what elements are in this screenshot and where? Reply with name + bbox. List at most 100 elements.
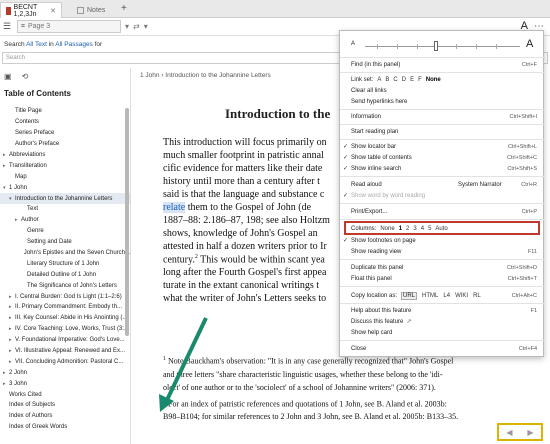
sync-icon[interactable]: ⇄ xyxy=(133,22,140,31)
toc-item[interactable]: Works Cited xyxy=(0,389,130,400)
menu-copy-location[interactable]: Copy location as: URL HTML L4 WIKI RL Ct… xyxy=(340,290,545,301)
toc-item[interactable]: ▸ VI. Illustrative Appeal: Renewed and Ex… xyxy=(0,346,130,357)
toc-item[interactable]: ▸ 3 John xyxy=(0,378,130,389)
menu-columns[interactable]: Columns: None 1 2 3 4 5 Auto xyxy=(340,223,545,234)
copy-rl[interactable]: RL xyxy=(473,293,481,299)
toc-scrollbar[interactable] xyxy=(125,108,129,336)
menu-read-aloud[interactable]: Read aloud System Narrator Ctrl+R xyxy=(340,179,545,190)
menu-duplicate-panel[interactable]: Duplicate this panel Ctrl+Shift+D xyxy=(340,262,545,273)
toc-item[interactable]: ▸ I. Central Burden: God Is Light (1:1–2:… xyxy=(0,291,130,302)
menu-link-set[interactable]: Link set: A B C D E F None xyxy=(340,74,545,85)
columns-auto[interactable]: Auto xyxy=(435,226,447,232)
menu-show-toc[interactable]: ✓ Show table of contents Ctrl+Shift+C xyxy=(340,152,545,163)
menu-divider xyxy=(340,219,545,220)
toc-item[interactable]: ▸ Transliteration xyxy=(0,160,130,171)
menu-divider xyxy=(340,286,545,287)
menu-clear-links[interactable]: Clear all links xyxy=(340,85,545,96)
menu-show-footnotes[interactable]: ✓ Show footnotes on page xyxy=(340,235,545,246)
menu-show-locator[interactable]: ✓ Show locator bar Ctrl+Shift+L xyxy=(340,141,545,152)
toc-item[interactable]: ▾ Introduction to the Johannine Letters xyxy=(0,193,130,205)
toc-item[interactable]: Map xyxy=(0,171,130,182)
breadcrumb[interactable]: 1 John › Introduction to the Johannine L… xyxy=(140,72,271,79)
search-highlight[interactable]: relate xyxy=(163,202,186,213)
toc-item[interactable]: ▸ V. Foundational Imperative: God's Love.… xyxy=(0,335,130,346)
menu-float-panel[interactable]: Float this panel Ctrl+Shift+T xyxy=(340,273,545,284)
toc-item[interactable]: ▸ Abbreviations xyxy=(0,150,130,161)
toc-item[interactable]: Text xyxy=(0,204,130,215)
toc-item[interactable]: Index of Authors xyxy=(0,411,130,422)
sync-icon[interactable]: ⟲ xyxy=(22,72,29,81)
columns-1[interactable]: 1 xyxy=(399,226,402,232)
toc-item[interactable]: ▸ IV. Core Teaching: Love, Works, Trust (… xyxy=(0,324,130,335)
columns-none[interactable]: None xyxy=(380,226,394,232)
tab-notes[interactable]: Notes xyxy=(72,2,120,18)
footnote-line: olect' of one author or to the 'sociolec… xyxy=(163,383,436,392)
menu-show-inline-search[interactable]: ✓ Show inline search Ctrl+Shift+S xyxy=(340,163,545,174)
menu-icon[interactable]: ☰ xyxy=(3,21,13,32)
menu-information[interactable]: Information Ctrl+Shift+I xyxy=(340,111,545,122)
toc-item[interactable]: ▸ Author xyxy=(0,215,130,226)
toc-item[interactable]: ▸ II. Primary Commandment: Embody th... xyxy=(0,302,130,313)
link-set-f[interactable]: F xyxy=(418,77,422,83)
toc-item[interactable]: Literary Structure of 1 John xyxy=(0,258,130,269)
prev-page-icon[interactable]: ◀ xyxy=(506,428,512,437)
link-set-a[interactable]: A xyxy=(377,77,381,83)
menu-show-reading-view[interactable]: Show reading view F11 xyxy=(340,246,545,257)
toc-item[interactable]: ▸ 2 John xyxy=(0,367,130,378)
columns-5[interactable]: 5 xyxy=(428,226,431,232)
menu-help-feature[interactable]: Help about this feature F1 xyxy=(340,305,545,316)
tab-becnt[interactable]: BECNT 1,2,3Jn ✕ xyxy=(0,2,62,18)
toc-item[interactable]: Series Preface xyxy=(0,128,130,139)
font-size-slider[interactable]: A A xyxy=(340,35,545,55)
toc-item[interactable]: Index of Subjects xyxy=(0,400,130,411)
menu-discuss-feature[interactable]: Discuss this feature ↗ xyxy=(340,316,545,327)
notes-icon xyxy=(77,6,84,14)
link-set-b[interactable]: B xyxy=(385,77,389,83)
bookmark-icon[interactable]: ▣ xyxy=(4,72,12,81)
chevron-down-icon[interactable]: ▾ xyxy=(144,22,148,31)
reference-input[interactable]: ⌗ Page 3 xyxy=(17,20,121,33)
toc-item[interactable]: ▾ 1 John xyxy=(0,182,130,193)
menu-start-reading-plan[interactable]: Start reading plan xyxy=(340,126,545,137)
toc-item[interactable]: Setting and Date xyxy=(0,237,130,248)
toc-item[interactable]: ▸ VII. Concluding Admonition: Pastoral C.… xyxy=(0,356,130,367)
menu-send-hyperlinks[interactable]: Send hyperlinks here xyxy=(340,96,545,107)
toc-item[interactable]: Contents xyxy=(0,117,130,128)
text-larger-icon[interactable]: A xyxy=(526,38,533,50)
menu-find[interactable]: Find (in this panel) Ctrl+F xyxy=(340,59,545,70)
chapter-title: Introduction to the xyxy=(225,106,331,121)
toc-item[interactable]: ▸ III. Key Counsel: Abide in His Anointin… xyxy=(0,313,130,324)
toc-item-label: Abbreviations xyxy=(9,152,46,158)
body-text: much smaller footprint in patristic anna… xyxy=(163,150,324,161)
search-passages-link[interactable]: All Passages xyxy=(55,41,93,48)
add-tab-icon[interactable]: + xyxy=(121,3,127,14)
link-set-none[interactable]: None xyxy=(426,77,441,83)
close-icon[interactable]: ✕ xyxy=(50,7,56,15)
toc-item[interactable]: Author's Preface xyxy=(0,139,130,150)
text-smaller-icon[interactable]: A xyxy=(351,41,355,47)
body-text: cific evidence for matters like their da… xyxy=(163,163,323,174)
columns-4[interactable]: 4 xyxy=(421,226,424,232)
link-set-e[interactable]: E xyxy=(410,77,414,83)
copy-wiki[interactable]: WIKI xyxy=(455,293,468,299)
dropdown-icon[interactable]: ▾ xyxy=(125,22,129,31)
menu-show-help-card[interactable]: Show help card xyxy=(340,327,545,338)
next-page-icon[interactable]: ▶ xyxy=(527,428,533,437)
copy-html[interactable]: HTML xyxy=(422,293,438,299)
toc-item[interactable]: Index of Greek Words xyxy=(0,422,130,433)
search-all-text-link[interactable]: All Text xyxy=(26,41,47,48)
menu-print-export[interactable]: Print/Export... Ctrl+P xyxy=(340,206,545,217)
toc-item[interactable]: Detailed Outline of 1 John xyxy=(0,269,130,280)
columns-3[interactable]: 3 xyxy=(413,226,416,232)
columns-2[interactable]: 2 xyxy=(406,226,409,232)
toc-item[interactable]: Title Page xyxy=(0,106,130,117)
toc-item[interactable]: Genre xyxy=(0,226,130,237)
copy-url[interactable]: URL xyxy=(401,291,418,300)
link-set-d[interactable]: D xyxy=(402,77,406,83)
slider-knob[interactable] xyxy=(434,41,438,51)
link-set-c[interactable]: C xyxy=(393,77,397,83)
toc-item[interactable]: John's Epistles and the Seven Church... xyxy=(0,248,130,259)
menu-close[interactable]: Close Ctrl+F4 xyxy=(340,343,545,354)
toc-item[interactable]: The Significance of John's Letters xyxy=(0,280,130,291)
copy-l4[interactable]: L4 xyxy=(443,293,450,299)
